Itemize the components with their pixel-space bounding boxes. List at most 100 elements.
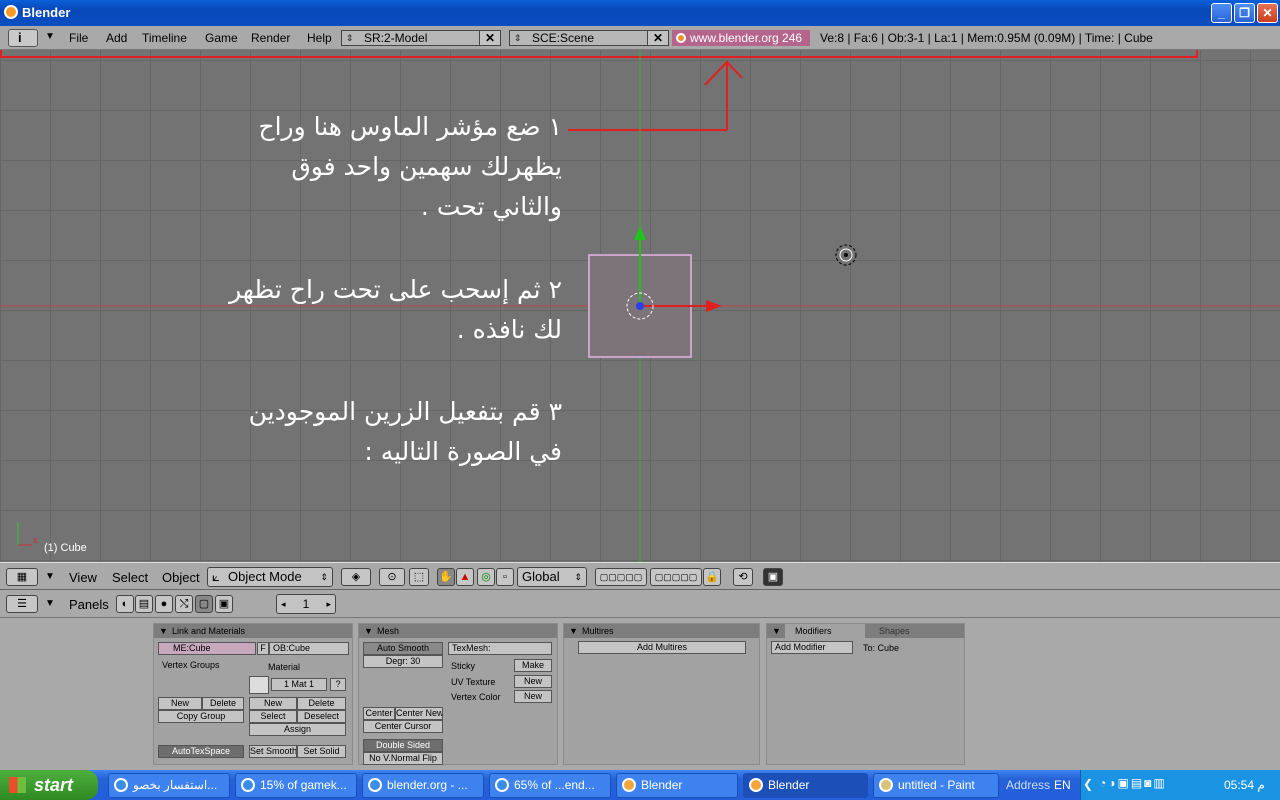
collapse-triangle-icon[interactable]: ▼	[364, 624, 373, 638]
task-blender-2[interactable]: Blender	[743, 773, 868, 798]
layers-row2[interactable]: ▢▢▢▢▢	[650, 568, 702, 586]
restore-button[interactable]: ❐	[1234, 3, 1255, 23]
panel-header[interactable]: ▼ Link and Materials	[154, 624, 352, 638]
material-new-button[interactable]: New	[249, 697, 297, 710]
menu-game[interactable]: Game	[205, 31, 238, 45]
uv-texture-new-button[interactable]: New	[514, 675, 552, 688]
menu-select[interactable]: Select	[112, 570, 148, 585]
collapse-menu-icon[interactable]: ▼	[45, 31, 55, 42]
material-assign-button[interactable]: Assign	[249, 723, 346, 736]
add-multires-button[interactable]: Add Multires	[578, 641, 746, 654]
collapse-triangle-icon[interactable]: ▼	[772, 624, 781, 638]
object-name-field[interactable]: OB:Cube	[269, 642, 349, 655]
menu-object[interactable]: Object	[162, 570, 200, 585]
menu-render[interactable]: Render	[251, 31, 290, 45]
mode-dropdown[interactable]: ⟀ Object Mode ⇕	[207, 567, 333, 587]
tray-icons[interactable]: ◔◑▣▤◙▥	[1099, 776, 1167, 790]
tray-expand-icon[interactable]: ❮	[1083, 777, 1093, 791]
menu-view[interactable]: View	[69, 570, 97, 585]
set-smooth-button[interactable]: Set Smooth	[249, 745, 297, 758]
scene-selector[interactable]: ⇕ SCE:Scene	[509, 30, 649, 46]
info-window-type-button[interactable]: i	[8, 29, 38, 47]
material-select-button[interactable]: Select	[249, 710, 297, 723]
pivot-button[interactable]: ⊙	[379, 568, 405, 586]
snap-button[interactable]: ⬚	[409, 568, 429, 586]
panels-label[interactable]: Panels	[69, 597, 109, 612]
logic-context-icon[interactable]: ◐	[116, 595, 134, 613]
material-delete-button[interactable]: Delete	[297, 697, 346, 710]
fake-user-button[interactable]: F	[257, 642, 269, 655]
blender-url-link[interactable]: www.blender.org 246	[672, 30, 810, 46]
auto-smooth-toggle[interactable]: Auto Smooth	[363, 642, 443, 655]
layers-row1[interactable]: ▢▢▢▢▢	[595, 568, 647, 586]
autotexspace-toggle[interactable]: AutoTexSpace	[158, 745, 244, 758]
tab-modifiers[interactable]: Modifiers	[785, 624, 865, 638]
task-blender-org[interactable]: blender.org - ...	[362, 773, 484, 798]
clock[interactable]: 05:54 م	[1224, 778, 1265, 792]
scale-icon[interactable]: ▫	[496, 568, 514, 586]
menu-file[interactable]: File	[69, 31, 88, 45]
window-type-grid-icon[interactable]: ▦	[6, 568, 38, 586]
vertex-color-new-button[interactable]: New	[514, 690, 552, 703]
delete-scene-button[interactable]: ✕	[647, 30, 669, 46]
material-index-field[interactable]: 1 Mat 1	[271, 678, 327, 691]
material-color-swatch[interactable]	[249, 676, 269, 694]
material-help-button[interactable]: ?	[330, 678, 346, 691]
collapse-menu-icon[interactable]: ▼	[45, 571, 55, 582]
vgroup-delete-button[interactable]: Delete	[202, 697, 244, 710]
degr-field[interactable]: Degr: 30	[363, 655, 443, 668]
rotate-icon[interactable]: ◎	[477, 568, 495, 586]
tab-shapes[interactable]: Shapes	[869, 624, 949, 638]
language-indicator[interactable]: EN	[1054, 778, 1071, 792]
menu-add[interactable]: Add	[106, 31, 127, 45]
panel-header[interactable]: ▼ Mesh	[359, 624, 557, 638]
task-gamekit-download[interactable]: 15% of gamek...	[235, 773, 357, 798]
delete-screen-button[interactable]: ✕	[479, 30, 501, 46]
task-blender-download[interactable]: 65% of ...end...	[489, 773, 611, 798]
texmesh-field[interactable]: TexMesh:	[448, 642, 552, 655]
shading-context-icon[interactable]: ●	[155, 595, 173, 613]
set-solid-button[interactable]: Set Solid	[297, 745, 346, 758]
ipo-key-icon[interactable]: ⟲	[733, 568, 753, 586]
orientation-dropdown[interactable]: Global ⇕	[517, 567, 587, 587]
collapse-triangle-icon[interactable]: ▼	[569, 624, 578, 638]
mesh-datablock-field[interactable]: ME:Cube	[158, 642, 256, 655]
window-type-buttons-icon[interactable]: ☰	[6, 595, 38, 613]
menu-timeline[interactable]: Timeline	[142, 31, 187, 45]
scene-context-icon[interactable]: ▣	[215, 595, 233, 613]
add-modifier-button[interactable]: Add Modifier	[771, 641, 853, 654]
task-blender-1[interactable]: Blender	[616, 773, 738, 798]
address-toolbar-label[interactable]: Address	[1006, 778, 1050, 792]
3d-viewport[interactable]: x ١ ضع مؤشر الماوس هنا وراح يظهرلك سهمين…	[0, 50, 1280, 562]
center-cursor-button[interactable]: Center Cursor	[363, 720, 443, 733]
screen-selector[interactable]: ⇕ SR:2-Model	[341, 30, 481, 46]
lock-icon[interactable]: 🔒	[703, 568, 721, 586]
manipulator-hand-icon[interactable]: ✋	[437, 568, 455, 586]
start-button[interactable]: start	[0, 770, 98, 800]
menu-help[interactable]: Help	[307, 31, 332, 45]
task-paint[interactable]: untitled - Paint	[873, 773, 999, 798]
editing-context-icon[interactable]: ▢	[195, 595, 213, 613]
modifier-target-label: To: Cube	[863, 643, 900, 653]
material-deselect-button[interactable]: Deselect	[297, 710, 346, 723]
sticky-make-button[interactable]: Make	[514, 659, 552, 672]
script-context-icon[interactable]: ▤	[135, 595, 153, 613]
draw-type-button[interactable]: ◈	[341, 568, 371, 586]
minimize-button[interactable]: _	[1211, 3, 1232, 23]
panel-header[interactable]: ▼ Multires	[564, 624, 759, 638]
object-context-icon[interactable]: ⤭	[175, 595, 193, 613]
frame-number-field[interactable]: ◂ 1 ▸	[276, 594, 336, 614]
collapse-menu-icon[interactable]: ▼	[45, 598, 55, 609]
vgroup-new-button[interactable]: New	[158, 697, 202, 710]
scene-stats: Ve:8 | Fa:6 | Ob:3-1 | La:1 | Mem:0.95M …	[820, 31, 1153, 45]
copy-group-button[interactable]: Copy Group	[158, 710, 244, 723]
center-new-button[interactable]: Center New	[395, 707, 443, 720]
render-icon[interactable]: ▣	[763, 568, 783, 586]
no-vnormal-flip-toggle[interactable]: No V.Normal Flip	[363, 752, 443, 765]
double-sided-toggle[interactable]: Double Sided	[363, 739, 443, 752]
task-forum-thread[interactable]: استفسار بخصو...	[108, 773, 230, 798]
translate-icon[interactable]: ▲	[456, 568, 474, 586]
collapse-triangle-icon[interactable]: ▼	[159, 624, 168, 638]
close-button[interactable]: ✕	[1257, 3, 1278, 23]
center-button[interactable]: Center	[363, 707, 395, 720]
